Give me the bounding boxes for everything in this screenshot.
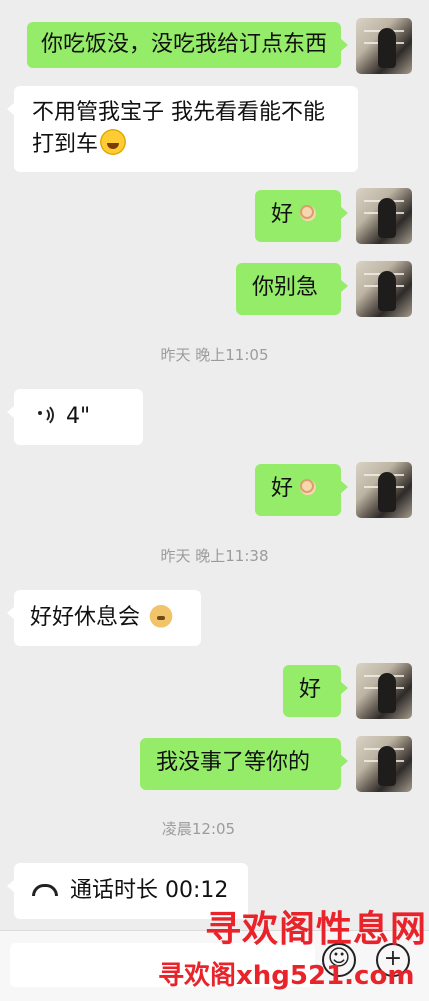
message-row: 好: [0, 188, 429, 244]
message-row: 好: [0, 663, 429, 719]
message-text: 好好休息会: [30, 605, 141, 630]
my-avatar[interactable]: [356, 261, 412, 317]
timestamp: 昨天 晚上11:05: [160, 346, 269, 364]
message-bubble-sent[interactable]: 你吃饭没，没吃我给订点东西: [26, 22, 349, 68]
ok-hand-emoji-icon: [295, 199, 322, 225]
ok-hand-emoji-icon: [295, 473, 322, 499]
my-avatar[interactable]: [356, 188, 412, 244]
chat-area: 你吃饭没，没吃我给订点东西 不用管我宝子 我先看看能不能 打到车 好 你别急 昨…: [0, 0, 429, 930]
message-bubble-sent[interactable]: 好: [255, 190, 348, 242]
message-text: 好: [271, 476, 294, 501]
message-bubble-sent[interactable]: 好: [283, 665, 348, 717]
phone-hangup-icon: [32, 884, 58, 896]
message-text: 你别急: [252, 275, 319, 300]
message-row: 你吃饭没，没吃我给订点东西: [0, 18, 429, 74]
timestamp: 昨天 晚上11:38: [160, 547, 269, 565]
message-row: 4": [0, 389, 429, 447]
message-bubble-sent[interactable]: 好: [255, 464, 348, 516]
message-text: 我没事了等你的: [156, 750, 311, 775]
message-text: 好: [271, 202, 294, 227]
laughing-crying-emoji-icon: [100, 129, 127, 155]
message-row: 不用管我宝子 我先看看能不能 打到车: [0, 86, 429, 174]
watermark-url: 寻欢阁xhg521.com: [158, 961, 415, 991]
my-avatar[interactable]: [356, 462, 412, 518]
message-text: 好: [299, 677, 322, 702]
message-row: 你别急: [0, 261, 429, 317]
message-bubble-received[interactable]: 不用管我宝子 我先看看能不能 打到车: [7, 86, 358, 172]
voice-message-bubble[interactable]: 4": [7, 389, 143, 445]
message-row: 好好休息会: [0, 590, 429, 648]
message-bubble-received[interactable]: 好好休息会: [7, 590, 201, 646]
message-text: 不用管我宝子 我先看看能不能: [32, 100, 325, 125]
voice-duration: 4": [66, 404, 91, 429]
my-avatar[interactable]: [356, 663, 412, 719]
message-bubble-sent[interactable]: 我没事了等你的: [140, 738, 348, 790]
message-bubble-sent[interactable]: 你别急: [236, 263, 348, 315]
doge-emoji-icon: [148, 602, 175, 628]
timestamp: 凌晨12:05: [161, 820, 236, 838]
voice-wave-icon: [38, 403, 56, 427]
my-avatar[interactable]: [356, 736, 412, 792]
watermark-title: 寻欢阁性息网: [205, 909, 428, 950]
my-avatar[interactable]: [356, 18, 412, 74]
message-row: 好: [0, 462, 429, 518]
message-row: 我没事了等你的: [0, 736, 429, 792]
message-text: 打到车: [32, 132, 99, 157]
message-text: 你吃饭没，没吃我给订点东西: [40, 32, 327, 57]
